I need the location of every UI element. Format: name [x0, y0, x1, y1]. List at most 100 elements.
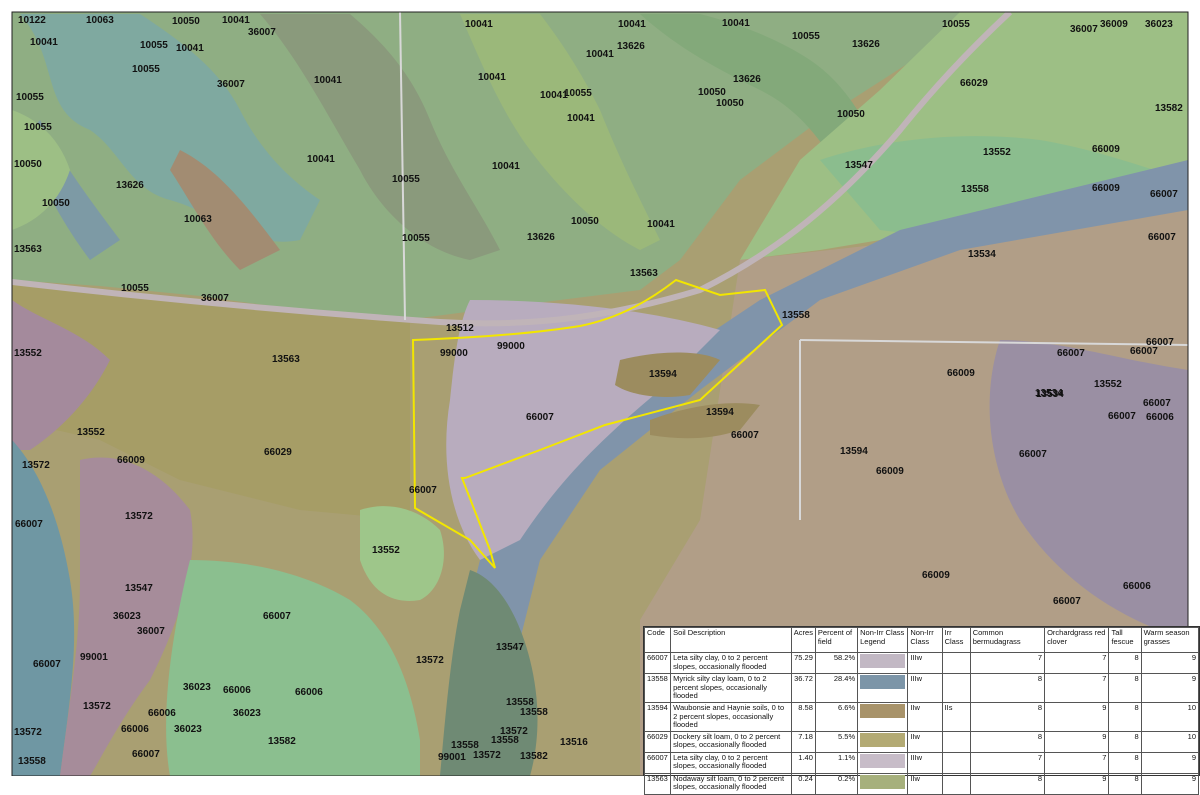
soil-unit-label: 36023 [183, 682, 211, 693]
soil-unit-label: 13558 [961, 184, 989, 195]
soil-unit-label: 36007 [248, 27, 276, 38]
soil-unit-label: 10050 [14, 159, 42, 170]
header-non-irr-class: Non-Irr Class [907, 627, 943, 653]
soil-unit-label: 99000 [440, 348, 468, 359]
soil-unit-label: 13558 [491, 735, 519, 746]
soil-unit-label: 13594 [706, 407, 734, 418]
soil-unit-label: 36023 [233, 708, 261, 719]
legend-warm-season: 9 [1140, 652, 1200, 674]
soil-unit-label: 10041 [492, 161, 520, 172]
soil-unit-label: 10041 [176, 43, 204, 54]
soil-unit-label: 66007 [731, 430, 759, 441]
soil-unit-label: 66007 [1053, 596, 1081, 607]
soil-unit-label: 66006 [148, 708, 176, 719]
soil-unit-label: 66007 [1019, 449, 1047, 460]
soil-unit-label: 10055 [792, 31, 820, 42]
soil-unit-label: 13558 [520, 707, 548, 718]
legend-row: 66007 Leta silty clay, 0 to 2 percent slo… [643, 751, 1200, 774]
legend-row: 13594 Waubonsie and Haynie soils, 0 to 2 … [643, 701, 1200, 732]
legend-description: Myrick silty clay loam, 0 to 2 percent s… [670, 673, 792, 703]
soil-unit-label: 13547 [125, 583, 153, 594]
soil-unit-label: 36007 [1070, 24, 1098, 35]
soil-unit-label: 10055 [132, 64, 160, 75]
soil-legend-table: Code Soil Description Acres Percent of f… [643, 626, 1200, 795]
soil-unit-label: 99001 [80, 652, 108, 663]
soil-unit-label: 10122 [18, 15, 46, 26]
legend-warm-season: 10 [1140, 701, 1200, 732]
soil-unit-label: 13552 [372, 545, 400, 556]
soil-unit-label: 13626 [116, 180, 144, 191]
soil-unit-label: 13572 [83, 701, 111, 712]
header-soil-description: Soil Description [670, 627, 792, 653]
soil-unit-label: 10063 [184, 214, 212, 225]
legend-tall-fescue: 8 [1108, 701, 1142, 732]
soil-unit-label: 10055 [16, 92, 44, 103]
legend-non-irr-class: IIw [907, 772, 943, 795]
legend-percent: 58.2% [814, 652, 859, 674]
legend-non-irr-class: IIIw [907, 673, 943, 703]
legend-percent: 28.4% [814, 673, 859, 703]
soil-unit-label: 13626 [852, 39, 880, 50]
header-percent-of-field: Percent of field [814, 627, 859, 653]
soil-unit-label: 10055 [564, 88, 592, 99]
soil-unit-label: 36023 [1145, 19, 1173, 30]
legend-description: Leta silty clay, 0 to 2 percent slopes, … [670, 751, 792, 774]
soil-unit-label: 13582 [520, 751, 548, 762]
soil-unit-label: 66007 [15, 519, 43, 530]
legend-description: Dockery silt loam, 0 to 2 percent slopes… [670, 730, 792, 753]
soil-unit-label: 66009 [922, 570, 950, 581]
legend-orchardgrass: 7 [1044, 673, 1110, 703]
legend-swatch [857, 730, 909, 753]
soil-unit-label: 10041 [722, 18, 750, 29]
legend-tall-fescue: 8 [1108, 652, 1142, 674]
legend-acres: 7.18 [790, 730, 816, 753]
legend-bermudagrass: 8 [969, 701, 1046, 732]
legend-non-irr-class: IIIw [907, 751, 943, 774]
soil-unit-label: 10041 [314, 75, 342, 86]
legend-irr-class [941, 751, 971, 774]
soil-unit-label: 36007 [201, 293, 229, 304]
legend-acres: 8.58 [790, 701, 816, 732]
soil-unit-label: 10055 [402, 233, 430, 244]
legend-swatch [857, 673, 909, 703]
legend-tall-fescue: 8 [1108, 730, 1142, 753]
legend-color-swatch [860, 774, 906, 789]
soil-unit-label: 13626 [527, 232, 555, 243]
soil-unit-label: 10050 [698, 87, 726, 98]
soil-unit-label: 10050 [571, 216, 599, 227]
legend-irr-class: IIs [941, 701, 971, 732]
legend-code: 66029 [643, 730, 672, 753]
legend-irr-class [941, 772, 971, 795]
soil-unit-label: 66007 [1108, 411, 1136, 422]
soil-unit-label: 13558 [18, 756, 46, 767]
legend-color-swatch [860, 703, 906, 718]
soil-unit-label: 10055 [140, 40, 168, 51]
legend-swatch [857, 772, 909, 795]
legend-percent: 0.2% [814, 772, 859, 795]
legend-irr-class [941, 730, 971, 753]
soil-unit-label: 66007 [263, 611, 291, 622]
legend-color-swatch [860, 732, 906, 747]
soil-unit-label: 10041 [618, 19, 646, 30]
soil-unit-label: 13572 [22, 460, 50, 471]
header-common-bermudagrass: Common bermudagrass [969, 627, 1046, 653]
soil-unit-label: 10041 [647, 219, 675, 230]
legend-row: 13558 Myrick silty clay loam, 0 to 2 perc… [643, 673, 1200, 703]
legend-body: 66007 Leta silty clay, 0 to 2 percent slo… [643, 652, 1200, 795]
soil-unit-label: 13572 [416, 655, 444, 666]
soil-unit-label: 10050 [716, 98, 744, 109]
soil-unit-label: 66006 [223, 685, 251, 696]
legend-swatch [857, 701, 909, 732]
soil-unit-label: 66006 [295, 687, 323, 698]
soil-unit-label: 13512 [446, 323, 474, 334]
soil-unit-label: 13594 [840, 446, 868, 457]
legend-warm-season: 9 [1140, 751, 1200, 774]
soil-unit-label: 66007 [409, 485, 437, 496]
soil-unit-label: 13516 [560, 737, 588, 748]
soil-unit-label: 13552 [14, 348, 42, 359]
soil-unit-label: 66009 [876, 466, 904, 477]
soil-unit-label: 10041 [307, 154, 335, 165]
soil-unit-label: 13572 [125, 511, 153, 522]
legend-orchardgrass: 9 [1044, 772, 1110, 795]
soil-unit-label: 13552 [77, 427, 105, 438]
